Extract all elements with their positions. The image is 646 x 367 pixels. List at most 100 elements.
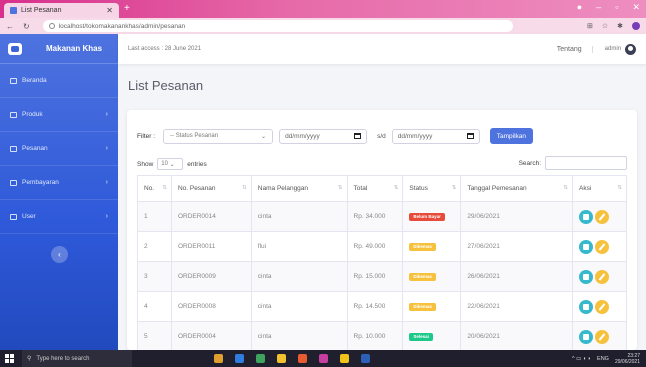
- customer-name: cinta: [250, 201, 348, 232]
- detail-button[interactable]: [579, 329, 593, 344]
- sidebar-item-pesanan[interactable]: Pesanan ›: [0, 132, 118, 166]
- show-label: Show: [137, 160, 154, 168]
- column-header[interactable]: No. Pesanan ⇅: [170, 175, 252, 202]
- column-header[interactable]: Nama Pelanggan ⇅: [250, 175, 348, 202]
- status-cell: Selesai: [402, 321, 462, 350]
- minimize-button[interactable]: –: [596, 2, 601, 13]
- order-date: 29/06/2021: [460, 201, 573, 232]
- browser-tab[interactable]: List Pesanan ✕: [4, 3, 119, 18]
- sidebar-toggle-button[interactable]: ‹: [51, 246, 68, 263]
- word-icon[interactable]: [361, 354, 370, 363]
- column-header[interactable]: Total ⇅: [346, 175, 404, 202]
- status-select-value: -- Status Pesanan: [170, 133, 219, 139]
- column-header-label: Nama Pelanggan: [257, 185, 309, 192]
- calendar-icon[interactable]: [466, 133, 474, 139]
- explorer-icon[interactable]: [277, 354, 286, 363]
- end-date-input[interactable]: dd/mm/yyyy: [391, 128, 480, 144]
- profile-icon[interactable]: [632, 22, 640, 30]
- column-header[interactable]: Aksi ⇅: [572, 175, 627, 202]
- column-header-label: Tanggal Pemesanan: [467, 185, 527, 192]
- column-header-label: Status: [409, 185, 428, 192]
- translate-icon[interactable]: ⊞: [587, 22, 593, 30]
- user-icon: [10, 213, 17, 220]
- sort-icon: ⇅: [242, 185, 247, 191]
- back-button[interactable]: ←: [6, 22, 14, 31]
- windows-start-icon[interactable]: [5, 354, 14, 363]
- chevron-right-icon: ›: [105, 179, 108, 186]
- column-header[interactable]: Tanggal Pemesanan ⇅: [460, 175, 573, 202]
- avatar[interactable]: [625, 43, 636, 55]
- chevron-down-icon: ⌄: [261, 133, 267, 140]
- detail-button[interactable]: [579, 299, 593, 314]
- maximize-button[interactable]: ▫: [615, 2, 618, 13]
- firefox-icon[interactable]: [319, 354, 328, 363]
- edit-button[interactable]: [595, 209, 609, 224]
- language-indicator[interactable]: ENG: [597, 356, 609, 362]
- sidebar-item-label: User: [22, 213, 36, 220]
- edit-button[interactable]: [595, 299, 609, 314]
- edit-button[interactable]: [595, 239, 609, 254]
- star-icon[interactable]: ☆: [602, 22, 608, 30]
- search-input[interactable]: [545, 156, 627, 170]
- sidebar-item-produk[interactable]: Produk ›: [0, 98, 118, 132]
- user-name[interactable]: admin: [605, 46, 621, 52]
- taskbar-search[interactable]: ⚲ Type here to search: [22, 350, 132, 367]
- tab-title: List Pesanan: [21, 7, 62, 14]
- sort-icon: ⇅: [337, 185, 343, 191]
- sidebar-item-label: Pesanan: [22, 145, 48, 152]
- actions-cell: [572, 201, 627, 232]
- new-tab-button[interactable]: +: [124, 3, 130, 14]
- account-icon[interactable]: ●: [577, 2, 582, 13]
- column-header[interactable]: Status ⇅: [402, 175, 462, 202]
- start-date-input[interactable]: dd/mm/yyyy: [279, 128, 368, 144]
- order-total: Rp. 15.000: [346, 261, 404, 292]
- tentang-link[interactable]: Tentang: [557, 45, 593, 53]
- sidebar-item-pembayaran[interactable]: Pembayaran ›: [0, 166, 118, 200]
- table-row: 1 ORDER0014 cinta Rp. 34.000 Belum Bayar 29/0…: [137, 201, 627, 232]
- extension-icon[interactable]: ✱: [617, 22, 623, 30]
- tampilkan-button[interactable]: Tampilkan: [489, 128, 533, 144]
- reload-button[interactable]: ↻: [23, 22, 30, 31]
- order-date: 20/06/2021: [460, 321, 573, 350]
- status-cell: Dikemas: [402, 291, 462, 322]
- chrome-icon[interactable]: [298, 354, 307, 363]
- sidebar-item-label: Pembayaran: [22, 179, 59, 186]
- calendar-icon[interactable]: [354, 133, 362, 139]
- filter-row: Filter : -- Status Pesanan ⌄ dd/mm/yyyy …: [137, 128, 533, 144]
- edge-icon[interactable]: [235, 354, 244, 363]
- clock[interactable]: 23:27 29/06/2021: [615, 353, 640, 365]
- column-header[interactable]: No. ⇅: [137, 175, 172, 202]
- search-label: Search:: [518, 159, 541, 167]
- actions-cell: [572, 321, 627, 350]
- order-number: ORDER0011: [170, 231, 252, 262]
- table-header-row: No. ⇅ No. Pesanan ⇅ Nama Pelanggan ⇅ Total ⇅ Sta…: [137, 175, 627, 202]
- brand[interactable]: Makanan Khas: [0, 34, 118, 64]
- topbar: Last access : 28 June 2021 Tentang admin: [118, 34, 646, 64]
- folder-icon[interactable]: [340, 354, 349, 363]
- tray-icons[interactable]: ^ ▭ ◖ ◗: [572, 356, 591, 362]
- chevron-right-icon: ›: [105, 111, 108, 118]
- entries-select[interactable]: 10 ⌄: [157, 158, 184, 170]
- excel-icon[interactable]: [256, 354, 265, 363]
- order-total: Rp. 10.000: [346, 321, 404, 350]
- table-row: 3 ORDER0009 cinta Rp. 15.000 Dikemas 26/06/20…: [137, 261, 627, 292]
- detail-button[interactable]: [579, 209, 593, 224]
- table-body: 1 ORDER0014 cinta Rp. 34.000 Belum Bayar 29/0…: [137, 201, 627, 350]
- status-select[interactable]: -- Status Pesanan ⌄: [163, 128, 274, 144]
- sort-icon: ⇅: [617, 185, 622, 191]
- entries-value: 10: [161, 161, 168, 167]
- close-tab-icon[interactable]: ✕: [106, 6, 113, 15]
- edit-button[interactable]: [595, 329, 609, 344]
- status-badge: Dikemas: [409, 272, 436, 281]
- file-explorer-icon[interactable]: [214, 354, 223, 363]
- detail-button[interactable]: [579, 269, 593, 284]
- taskbar-apps: [214, 354, 370, 363]
- close-window-button[interactable]: ✕: [632, 2, 640, 13]
- sidebar-item-beranda[interactable]: Beranda: [0, 64, 118, 98]
- edit-button[interactable]: [595, 269, 609, 284]
- sidebar-item-user[interactable]: User ›: [0, 200, 118, 234]
- url-field[interactable]: localhost/tokomakanankhas/admin/pesanan: [42, 20, 513, 32]
- sidebar-item-label: Beranda: [22, 77, 47, 84]
- column-header-label: Aksi: [579, 185, 592, 192]
- detail-button[interactable]: [579, 239, 593, 254]
